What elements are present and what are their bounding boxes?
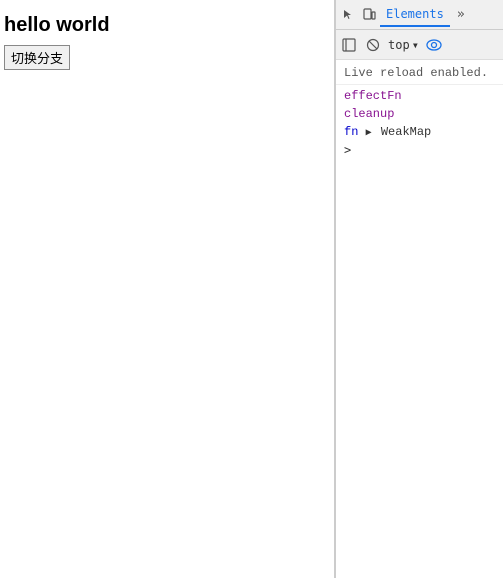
devtools-panel: Elements » top ▾: [335, 0, 503, 578]
weakmap-label: WeakMap: [381, 125, 431, 139]
dropdown-arrow: ▾: [412, 38, 419, 52]
fn-weakmap-line: fn ▶ WeakMap: [336, 123, 503, 141]
more-tabs-icon[interactable]: »: [452, 6, 470, 24]
page-title: hello world: [0, 0, 334, 41]
devtools-tabs: Elements »: [336, 0, 503, 30]
fn-keyword: fn: [344, 125, 358, 139]
browser-viewport: hello world 切换分支: [0, 0, 335, 578]
top-selector[interactable]: top ▾: [388, 38, 419, 52]
live-reload-line: Live reload enabled.: [336, 64, 503, 85]
effect-fn-prop: effectFn: [344, 89, 402, 103]
expand-arrow[interactable]: ▶: [366, 127, 372, 139]
expand-caret[interactable]: >: [336, 141, 503, 159]
cleanup-line: cleanup: [336, 105, 503, 123]
devtools-toolbar: top ▾: [336, 30, 503, 60]
device-toggle-icon[interactable]: [360, 6, 378, 24]
sidebar-toggle-icon[interactable]: [340, 36, 358, 54]
effect-fn-line: effectFn: [336, 87, 503, 105]
eye-icon[interactable]: [425, 36, 443, 54]
devtools-content: Live reload enabled. effectFn cleanup fn…: [336, 60, 503, 578]
tab-elements[interactable]: Elements: [380, 3, 450, 27]
cleanup-prop: cleanup: [344, 107, 394, 121]
switch-branch-button[interactable]: 切换分支: [4, 45, 70, 70]
inspect-element-icon[interactable]: [340, 6, 358, 24]
block-icon[interactable]: [364, 36, 382, 54]
top-label: top: [388, 38, 410, 52]
